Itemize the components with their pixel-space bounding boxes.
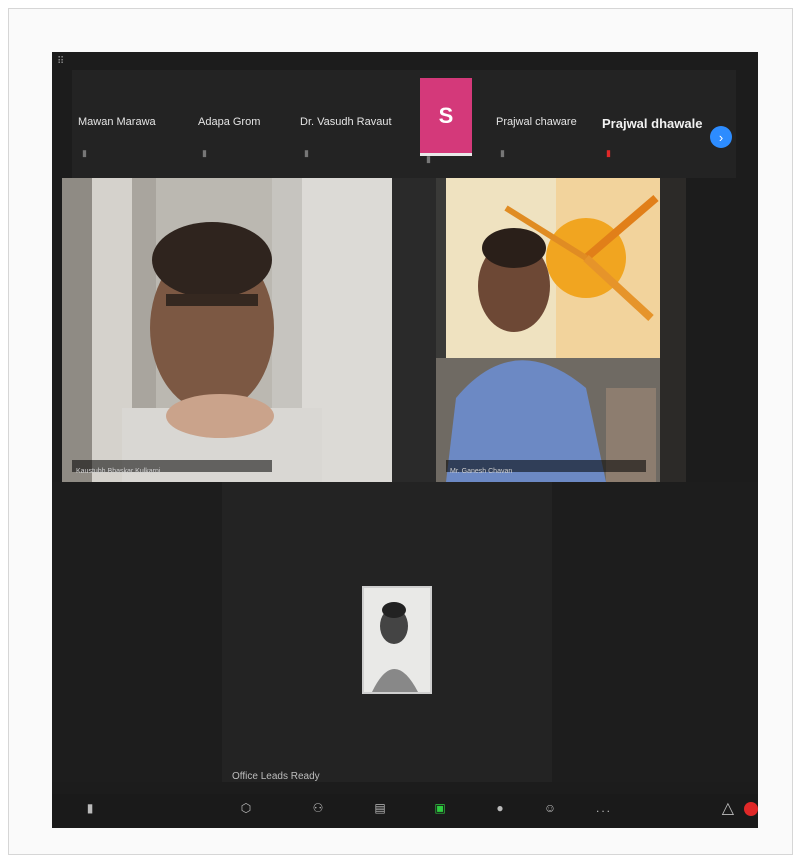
more-button[interactable]: ... [592, 800, 616, 816]
participant-thumb[interactable]: Mawan Marawa ▮ [72, 70, 184, 178]
video-participant-name: Mr. Ganesh Chavan [450, 468, 513, 475]
participant-strip: Mawan Marawa ▮ Adapa Grom ▮ Dr. Vasudh R… [72, 70, 736, 178]
share-screen-icon: ▣ [434, 801, 446, 815]
participant-name: Mawan Marawa [78, 116, 156, 128]
viewing-label: Office Leads Ready [232, 771, 320, 782]
mic-icon: ▮ [500, 148, 505, 158]
participant-thumb[interactable]: Adapa Grom ▮ [192, 70, 302, 178]
participant-name: Prajwal dhawale [602, 116, 703, 131]
leave-button[interactable] [744, 802, 758, 816]
security-button[interactable]: ⬡ [238, 800, 254, 816]
participant-thumb[interactable]: Prajwal dhawale ▮ [596, 70, 706, 178]
record-button[interactable]: ● [492, 800, 508, 816]
meeting-toolbar: ▮ ⬡ ⚇ ▤ ▣ ● ☺ ... △ [52, 794, 758, 828]
warning-icon[interactable]: △ [722, 798, 734, 818]
chat-icon: ▤ [374, 801, 386, 815]
video-tile[interactable]: Mr. Ganesh Chavan [436, 178, 686, 482]
video-name-label: Kaustubh Bhaskar Kulkarni [72, 460, 272, 475]
participant-thumb[interactable]: Prajwal chaware ▮ [490, 70, 594, 178]
chat-button[interactable]: ▤ [372, 800, 388, 816]
next-page-button[interactable]: › [710, 126, 732, 148]
participant-name: Prajwal chaware [496, 116, 577, 128]
participant-thumb[interactable]: Dr. Vasudh Ravaut ▮ [294, 70, 404, 178]
video-frame [436, 178, 686, 482]
record-icon: ● [496, 801, 504, 815]
participant-name: Dr. Vasudh Ravaut [300, 116, 392, 128]
video-name-label: Mr. Ganesh Chavan [446, 460, 646, 475]
mic-icon: ▮ [426, 154, 431, 164]
mic-icon: ▮ [82, 148, 87, 158]
share-screen-button[interactable]: ▣ [432, 800, 448, 816]
people-icon: ⚇ [312, 801, 324, 815]
person-avatar [364, 588, 430, 692]
chevron-right-icon: › [718, 129, 724, 145]
profile-photo[interactable] [362, 586, 432, 694]
participant-avatar: S [420, 78, 472, 156]
mic-muted-icon: ▮ [606, 148, 611, 158]
video-gap [392, 178, 436, 482]
mic-icon: ▮ [304, 148, 309, 158]
video-tile[interactable]: Kaustubh Bhaskar Kulkarni [62, 178, 392, 482]
shield-icon: ⬡ [240, 801, 252, 815]
smile-icon: ☺ [543, 801, 557, 815]
mute-button[interactable]: ▮ [82, 800, 98, 816]
reactions-button[interactable]: ☺ [542, 800, 558, 816]
meeting-window: ⠿ Mawan Marawa ▮ Adapa Grom ▮ Dr. Vasudh… [52, 52, 758, 828]
video-frame [62, 178, 392, 482]
more-icon: ... [595, 801, 612, 815]
participant-thumb-active[interactable]: S ▮ [416, 70, 480, 178]
mic-icon: ▮ [86, 801, 94, 815]
drag-handle[interactable]: ⠿ [57, 56, 65, 67]
participants-button[interactable]: ⚇ [310, 800, 326, 816]
participant-name: Adapa Grom [198, 116, 261, 128]
video-participant-name: Kaustubh Bhaskar Kulkarni [76, 468, 161, 475]
mic-icon: ▮ [202, 148, 207, 158]
